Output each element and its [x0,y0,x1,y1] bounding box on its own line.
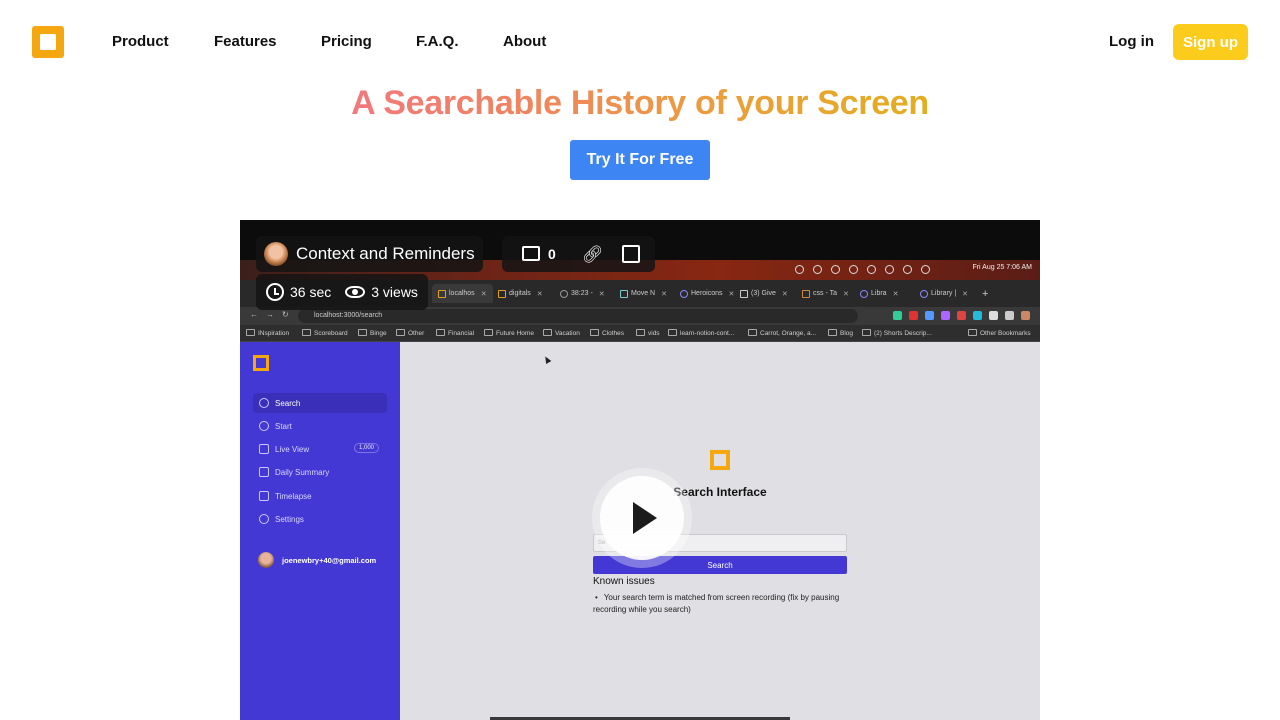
bookmark-item: Financial [436,329,474,337]
comment-icon[interactable] [522,246,540,261]
nav-link-product[interactable]: Product [112,33,169,50]
mouse-cursor-icon [542,354,552,365]
bookmark-item: Other [396,329,424,337]
bookmark-item: INspiration [246,329,289,337]
gear-icon [259,514,269,524]
close-icon: ✕ [661,290,667,298]
search-logo-icon [710,450,730,470]
author-avatar [264,242,288,266]
sidebar-item-daily-summary: Daily Summary [253,462,387,482]
close-icon: ✕ [962,290,969,298]
monitor-icon [259,444,269,454]
try-free-button[interactable]: Try It For Free [570,140,710,180]
nav-link-features[interactable]: Features [214,33,277,50]
sidebar-item-settings: Settings [253,509,387,529]
eye-icon [345,286,366,298]
app-logo-icon [253,355,269,371]
bookmark-item: Vacation [543,329,580,337]
video-stats-pill: 36 sec 3 views [256,274,428,310]
recorded-tab: localhos ✕ [432,284,493,303]
recorded-app-sidebar: Search Start Live View 1,000 Daily Summar… [240,342,400,720]
tab-favicon-icon [680,289,688,298]
play-circle-icon [259,421,269,431]
bookmark-item: vids [636,329,660,337]
signup-button[interactable]: Sign up [1173,24,1248,60]
recorded-tab: (3) Give ✕ [740,284,788,303]
known-issues-heading: Known issues [593,576,655,587]
recorded-tab: 38:23 - ✕ [560,284,605,303]
recorded-tab: Move N ✕ [620,284,667,303]
close-icon: ✕ [781,290,788,298]
bookmark-item: Future Home [484,329,534,337]
recorded-tab: digitals ✕ [498,284,543,303]
login-link[interactable]: Log in [1109,33,1154,50]
sidebar-user: joenewbry+40@gmail.com [258,552,376,568]
video-player[interactable]: Fri Aug 25 7:06 AM localhos ✕ digitals ✕ 3… [240,220,1040,720]
recorded-tab: Heroicons ✕ [680,284,734,303]
extension-icons [893,311,1030,320]
browser-nav-arrows-icon: ←→↻ [250,310,297,319]
search-icon [259,398,269,408]
external-link-icon[interactable] [622,245,640,263]
play-button[interactable] [600,476,684,560]
recorded-tab: css - Ta ✕ [802,284,849,303]
sidebar-item-live-view: Live View 1,000 [253,439,387,459]
new-tab-plus-icon: + [982,287,989,300]
video-views: 3 views [371,284,418,300]
hero-title: A Searchable History of your Screen [351,84,929,122]
close-icon: ✕ [480,290,487,298]
clock-icon [266,283,284,301]
tab-favicon-icon [802,289,810,298]
close-icon: ✕ [536,290,543,298]
close-icon: ✕ [728,290,735,298]
brand-logo[interactable] [32,26,64,58]
link-icon[interactable]: 🔗︎ [582,245,604,265]
tab-favicon-icon [438,289,446,298]
recorded-app-main: Search Interface Se Search Known issues … [400,342,1040,720]
top-nav: Product Features Pricing F.A.Q. About Lo… [0,0,1280,84]
menubar-clock: Fri Aug 25 7:06 AM [972,264,1032,271]
sidebar-item-search: Search [253,393,387,413]
bookmark-item: Clothes [590,329,624,337]
nav-link-about[interactable]: About [503,33,546,50]
film-icon [259,491,269,501]
calendar-icon [259,467,269,477]
bookmark-item: Binge [358,329,387,337]
tab-favicon-icon [560,289,568,298]
video-duration: 36 sec [290,284,332,300]
tab-favicon-icon [620,289,628,298]
tab-favicon-icon [920,289,928,298]
nav-link-pricing[interactable]: Pricing [321,33,372,50]
close-icon: ✕ [598,290,605,298]
bookmark-item: learn-notion-cont... [668,329,734,337]
bookmark-item: Carrot, Orange, a... [748,329,816,337]
recorded-bookmarks-bar: INspiration Scoreboard Binge Other Finan… [240,325,1040,342]
comment-count: 0 [548,246,556,262]
bookmark-item: Other Bookmarks [968,329,1031,337]
recorded-tab: Libra ✕ [860,284,898,303]
bookmark-item: Blog [828,329,853,337]
tab-favicon-icon [498,289,506,298]
menubar-status-icons [795,265,930,274]
known-issue-item: Your search term is matched from screen … [593,592,843,616]
close-icon: ✕ [892,290,899,298]
recorded-tab: Library | ✕ [920,284,968,303]
bookmark-item: (2) Shorts Descrip... [862,329,932,337]
close-icon: ✕ [843,290,849,298]
avatar [258,552,274,568]
live-view-count-badge: 1,000 [353,443,379,453]
nav-link-faq[interactable]: F.A.Q. [416,33,459,50]
video-actions: 0 🔗︎ [502,236,655,272]
video-title-pill: Context and Reminders [256,236,483,272]
sidebar-item-timelapse: Timelapse [253,486,387,506]
tab-favicon-icon [860,289,868,298]
video-title: Context and Reminders [296,244,475,263]
recorded-address-field: localhost:3000/search [298,309,858,323]
tab-favicon-icon [740,289,748,298]
bookmark-item: Scoreboard [302,329,348,337]
sidebar-item-start: Start [253,416,387,436]
